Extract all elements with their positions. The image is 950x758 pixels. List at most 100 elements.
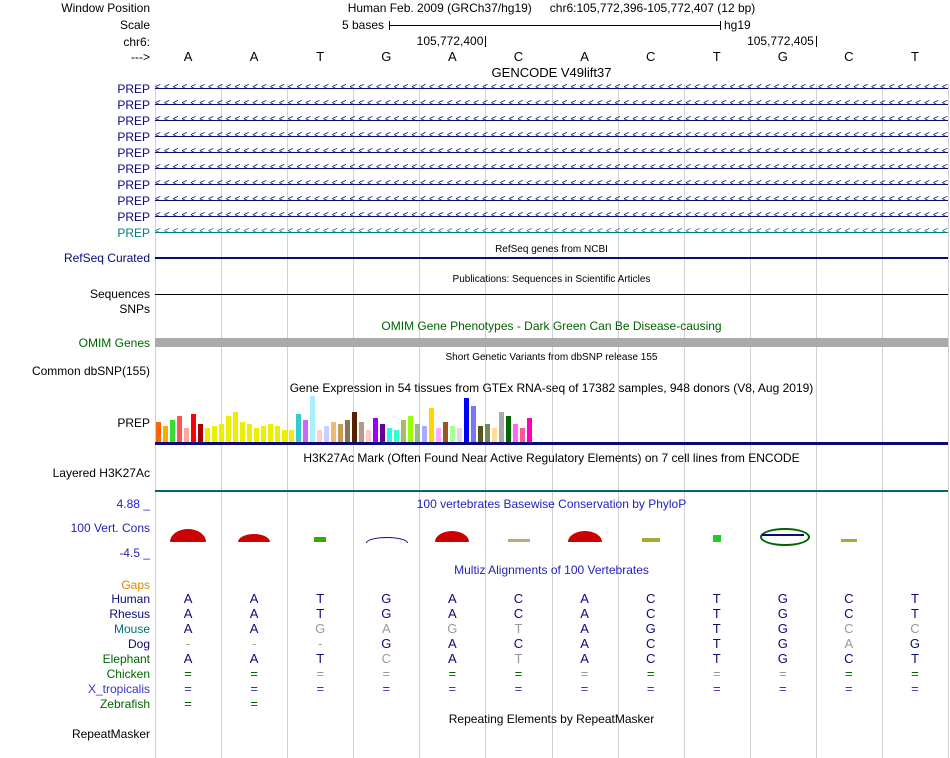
phylop-track-label[interactable]: 100 Vert. Cons bbox=[0, 521, 150, 535]
gtex-bar bbox=[387, 428, 392, 442]
phylop-glyph bbox=[366, 537, 409, 543]
gencode-gene-label[interactable]: PREP bbox=[0, 146, 150, 160]
gencode-gene-row[interactable]: <<<<<<<<<<<<<<<<<<<<<<<<<<<<<<<<<<<<<<<<… bbox=[155, 81, 948, 95]
gencode-gene-row[interactable]: <<<<<<<<<<<<<<<<<<<<<<<<<<<<<<<<<<<<<<<<… bbox=[155, 209, 948, 223]
gtex-bar bbox=[506, 416, 511, 442]
multiz-base-letter: A bbox=[844, 636, 854, 651]
multiz-base-letter: T bbox=[910, 606, 919, 621]
multiz-title[interactable]: Multiz Alignments of 100 Vertebrates bbox=[155, 563, 948, 577]
gtex-bar bbox=[303, 420, 308, 442]
multiz-base-letter: C bbox=[381, 651, 392, 666]
multiz-base-letter: = bbox=[382, 666, 391, 681]
gtex-bar bbox=[513, 424, 518, 442]
gtex-title[interactable]: Gene Expression in 54 tissues from GTEx … bbox=[155, 381, 948, 395]
gencode-gene-row[interactable]: <<<<<<<<<<<<<<<<<<<<<<<<<<<<<<<<<<<<<<<<… bbox=[155, 129, 948, 143]
multiz-species-label[interactable]: Mouse bbox=[0, 622, 150, 636]
gtex-bar bbox=[457, 428, 462, 442]
publications-title[interactable]: Publications: Sequences in Scientific Ar… bbox=[155, 273, 948, 287]
repeatmasker-title[interactable]: Repeating Elements by RepeatMasker bbox=[155, 712, 948, 726]
dbsnp-title[interactable]: Short Genetic Variants from dbSNP releas… bbox=[155, 351, 948, 365]
sequences-label[interactable]: Sequences bbox=[0, 287, 150, 301]
multiz-base-letter: A bbox=[448, 636, 457, 651]
gencode-gene-label[interactable]: PREP bbox=[0, 194, 150, 208]
multiz-base-letter: A bbox=[580, 591, 589, 606]
gtex-baseline bbox=[155, 442, 948, 445]
multiz-base-letter: C bbox=[645, 606, 656, 621]
gencode-gene-row[interactable]: <<<<<<<<<<<<<<<<<<<<<<<<<<<<<<<<<<<<<<<<… bbox=[155, 225, 948, 239]
gtex-bar bbox=[464, 398, 469, 442]
h3k27ac-title[interactable]: H3K27Ac Mark (Often Found Near Active Re… bbox=[155, 451, 948, 465]
gtex-bar bbox=[247, 424, 252, 442]
repeatmasker-label[interactable]: RepeatMasker bbox=[0, 727, 150, 741]
gencode-gene-label[interactable]: PREP bbox=[0, 114, 150, 128]
sequences-line[interactable] bbox=[155, 294, 948, 295]
gencode-gene-label[interactable]: PREP bbox=[0, 226, 150, 240]
gtex-bar bbox=[282, 430, 287, 442]
gencode-gene-row[interactable]: <<<<<<<<<<<<<<<<<<<<<<<<<<<<<<<<<<<<<<<<… bbox=[155, 145, 948, 159]
phylop-glyph bbox=[840, 539, 857, 542]
gencode-gene-row[interactable]: <<<<<<<<<<<<<<<<<<<<<<<<<<<<<<<<<<<<<<<<… bbox=[155, 113, 948, 127]
multiz-base-letter: A bbox=[183, 651, 193, 666]
omim-title[interactable]: OMIM Gene Phenotypes - Dark Green Can Be… bbox=[155, 319, 948, 333]
gencode-gene-row[interactable]: <<<<<<<<<<<<<<<<<<<<<<<<<<<<<<<<<<<<<<<<… bbox=[155, 97, 948, 111]
multiz-species-label[interactable]: Rhesus bbox=[0, 607, 150, 621]
gencode-gene-row[interactable]: <<<<<<<<<<<<<<<<<<<<<<<<<<<<<<<<<<<<<<<<… bbox=[155, 177, 948, 191]
multiz-species-label[interactable]: Chicken bbox=[0, 667, 150, 681]
gencode-gene-label[interactable]: PREP bbox=[0, 82, 150, 96]
snps-label[interactable]: SNPs bbox=[0, 302, 150, 316]
refseq-curated-line[interactable] bbox=[155, 257, 948, 259]
scale-bracket bbox=[389, 21, 721, 30]
gtex-bar bbox=[478, 426, 483, 442]
multiz-base-letter: T bbox=[316, 591, 325, 606]
refseq-curated-label[interactable]: RefSeq Curated bbox=[0, 251, 150, 265]
strand-arrow-label: ---> bbox=[131, 50, 150, 64]
gtex-bar bbox=[219, 424, 224, 442]
phylop-glyph bbox=[507, 539, 530, 542]
multiz-base-letter: T bbox=[712, 636, 721, 651]
multiz-base-letter: T bbox=[712, 606, 721, 621]
phylop-title[interactable]: 100 vertebrates Basewise Conservation by… bbox=[155, 497, 948, 511]
multiz-species-label[interactable]: Elephant bbox=[0, 652, 150, 666]
gtex-gene-label[interactable]: PREP bbox=[0, 416, 150, 430]
multiz-base-letter: = bbox=[514, 666, 523, 681]
gencode-gene-label[interactable]: PREP bbox=[0, 162, 150, 176]
gencode-gene-label[interactable]: PREP bbox=[0, 210, 150, 224]
coord-tick-label: 105,772,400 bbox=[416, 34, 484, 48]
refseq-title[interactable]: RefSeq genes from NCBI bbox=[155, 243, 948, 257]
gencode-gene-label[interactable]: PREP bbox=[0, 178, 150, 192]
gencode-gene-label[interactable]: PREP bbox=[0, 130, 150, 144]
h3k27ac-label[interactable]: Layered H3K27Ac bbox=[0, 466, 150, 480]
gtex-bar bbox=[436, 428, 441, 442]
multiz-base-letter: T bbox=[712, 621, 721, 636]
multiz-base-letter: G bbox=[777, 591, 788, 606]
multiz-species-label[interactable]: Human bbox=[0, 592, 150, 606]
multiz-base-letter: G bbox=[447, 621, 458, 636]
multiz-base-letter: = bbox=[779, 666, 787, 681]
multiz-base-letter: - bbox=[251, 636, 257, 651]
gtex-bar bbox=[177, 416, 182, 442]
multiz-base-letter: A bbox=[183, 621, 193, 636]
multiz-base-letter: T bbox=[316, 606, 325, 621]
phylop-glyph bbox=[712, 535, 721, 542]
gtex-bar bbox=[492, 428, 497, 442]
gencode-title[interactable]: GENCODE V49lift37 bbox=[155, 66, 948, 80]
multiz-base-letter: = bbox=[580, 666, 589, 681]
gtex-bar bbox=[156, 422, 161, 442]
dbsnp-label[interactable]: Common dbSNP(155) bbox=[0, 364, 150, 378]
multiz-species-label[interactable]: X_tropicalis bbox=[0, 682, 150, 696]
multiz-base-letter: = bbox=[779, 681, 787, 696]
multiz-species-label[interactable]: Dog bbox=[0, 637, 150, 651]
gtex-bar bbox=[450, 426, 455, 442]
gencode-gene-row[interactable]: <<<<<<<<<<<<<<<<<<<<<<<<<<<<<<<<<<<<<<<<… bbox=[155, 193, 948, 207]
gencode-gene-label[interactable]: PREP bbox=[0, 98, 150, 112]
gene-intron-line bbox=[155, 184, 948, 185]
multiz-species-label[interactable]: Zebrafish bbox=[0, 697, 150, 711]
gtex-bar bbox=[471, 406, 476, 442]
gencode-gene-row[interactable]: <<<<<<<<<<<<<<<<<<<<<<<<<<<<<<<<<<<<<<<<… bbox=[155, 161, 948, 175]
omim-genes-bar[interactable] bbox=[155, 338, 948, 347]
gtex-bar bbox=[380, 424, 385, 442]
omim-genes-label[interactable]: OMIM Genes bbox=[0, 336, 150, 350]
multiz-base-letter: = bbox=[514, 681, 523, 696]
gaps-label[interactable]: Gaps bbox=[0, 578, 150, 592]
gtex-bar bbox=[429, 408, 434, 442]
